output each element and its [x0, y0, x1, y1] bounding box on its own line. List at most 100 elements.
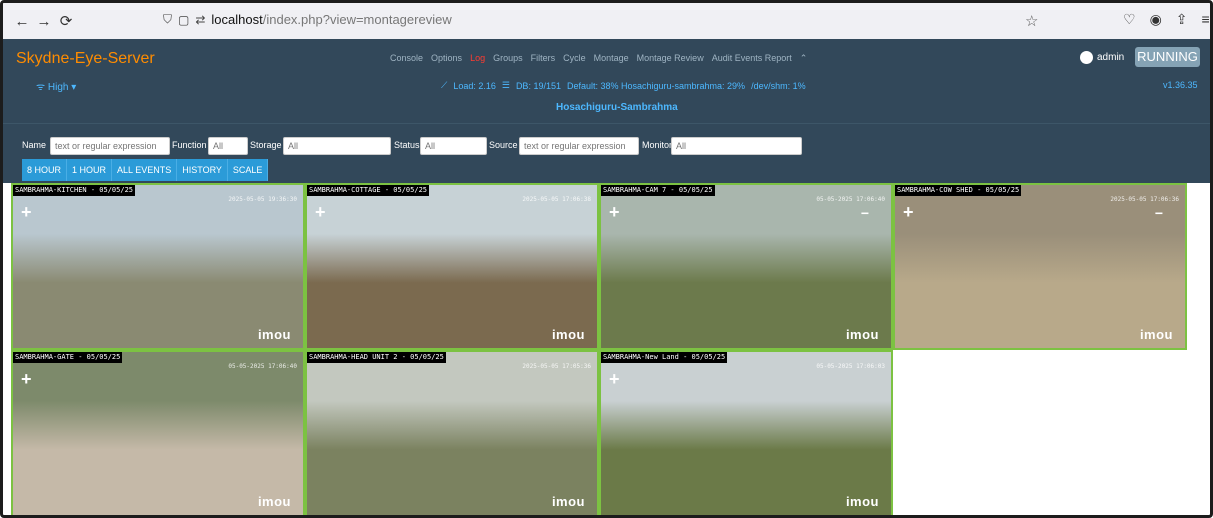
filter-bar: Name Function Storage Status Source Moni…	[3, 123, 1210, 183]
camera-brand: imou	[845, 327, 879, 342]
main-nav: Console Options Log Groups Filters Cycle…	[390, 53, 807, 64]
user-name: admin	[1097, 52, 1125, 63]
share-icon[interactable]: ⇪	[1176, 11, 1188, 28]
camera-tile[interactable]: SAMBRAHMA-CAM 7 - 05/05/25 05-05-2025 17…	[599, 183, 893, 350]
permissions-icon: ⇄	[195, 12, 206, 27]
source-label: Source	[489, 140, 518, 150]
system-stats: ⟋ Load: 2.16 ☰ DB: 19/151 Default: 38% H…	[441, 80, 806, 91]
version-label: v1.36.35	[1163, 80, 1198, 90]
camera-brand: imou	[257, 494, 291, 509]
db-value: DB: 19/151	[515, 80, 561, 91]
camera-label: SAMBRAHMA-COW SHED - 05/05/25	[895, 185, 1022, 196]
function-label: Function	[172, 140, 207, 150]
camera-label: SAMBRAHMA-HEAD UNIT 2 - 05/05/25	[307, 352, 446, 363]
nav-montage[interactable]: Montage	[594, 53, 629, 64]
zoom-in-icon[interactable]: +	[21, 203, 32, 221]
zoom-in-icon[interactable]: +	[609, 370, 620, 388]
camera-timestamp: 05-05-2025 17:06:40	[228, 363, 297, 370]
wifi-icon: ᯤ	[36, 82, 46, 93]
camera-tile[interactable]: SAMBRAHMA-New Land - 05/05/25 05-05-2025…	[599, 350, 893, 515]
storage-value: Default: 38% Hosachiguru-sambrahma: 29%	[566, 80, 746, 91]
camera-tile[interactable]: SAMBRAHMA-GATE - 05/05/25 05-05-2025 17:…	[11, 350, 305, 515]
reload-icon[interactable]: ⟳	[55, 12, 77, 30]
camera-timestamp: 2025-05-05 17:05:36	[522, 363, 591, 370]
nav-filters[interactable]: Filters	[531, 53, 556, 64]
extensions-icon[interactable]: ◉	[1150, 11, 1162, 28]
camera-brand: imou	[845, 494, 879, 509]
camera-tile[interactable]: SAMBRAHMA-COW SHED - 05/05/25 2025-05-05…	[893, 183, 1187, 350]
page-icon: ▢	[178, 12, 190, 27]
user-icon	[1080, 51, 1093, 64]
all-events-button[interactable]: ALL EVENTS	[112, 159, 178, 181]
status-label: Status	[394, 140, 420, 150]
monitor-label: Monitor	[642, 140, 673, 150]
nav-cycle[interactable]: Cycle	[563, 53, 586, 64]
storage-label: Storage	[250, 140, 282, 150]
zoom-in-icon[interactable]: +	[315, 203, 326, 221]
url-host: localhost	[211, 12, 263, 27]
nav-console[interactable]: Console	[390, 53, 423, 64]
address-bar[interactable]: ⛉ ▢ ⇄ localhost/index.php?view=montagere…	[163, 12, 452, 27]
nav-montage-review[interactable]: Montage Review	[637, 53, 704, 64]
camera-label: SAMBRAHMA-CAM 7 - 05/05/25	[601, 185, 715, 196]
camera-timestamp: 05-05-2025 17:06:40	[816, 196, 885, 203]
camera-timestamp: 2025-05-05 17:06:36	[1110, 196, 1179, 203]
load-value: Load: 2.16	[453, 80, 496, 91]
brand-title[interactable]: Skydne-Eye-Server	[16, 50, 155, 68]
zoom-in-icon[interactable]: +	[21, 370, 32, 388]
source-filter-input[interactable]	[519, 137, 639, 155]
shield-icon: ⛉	[163, 12, 173, 26]
zoom-in-icon[interactable]: +	[609, 203, 620, 221]
function-filter-input[interactable]	[208, 137, 248, 155]
url-path: /index.php?view=montagereview	[262, 12, 452, 27]
menu-icon[interactable]: ≡	[1202, 11, 1210, 28]
camera-tile[interactable]: SAMBRAHMA-KITCHEN - 05/05/25 2025-05-05 …	[11, 183, 305, 350]
history-button[interactable]: HISTORY	[177, 159, 228, 181]
back-arrow-icon[interactable]: ←	[11, 13, 33, 30]
database-icon: ☰	[501, 80, 510, 90]
scale-button[interactable]: SCALE	[227, 159, 269, 181]
camera-tile[interactable]: SAMBRAHMA-HEAD UNIT 2 - 05/05/25 2025-05…	[305, 350, 599, 515]
app-header: Skydne-Eye-Server ᯤ High ▾ Console Optio…	[3, 39, 1210, 123]
nav-audit-events-report[interactable]: Audit Events Report	[712, 53, 792, 64]
nav-options[interactable]: Options	[431, 53, 462, 64]
camera-timestamp: 2025-05-05 19:36:30	[228, 196, 297, 203]
camera-label: SAMBRAHMA-KITCHEN - 05/05/25	[13, 185, 136, 196]
nav-groups[interactable]: Groups	[493, 53, 523, 64]
bookmark-star-icon[interactable]: ☆	[1025, 12, 1038, 30]
one-hour-button[interactable]: 1 HOUR	[67, 159, 113, 181]
window-frame: ← → ⟳ ⛉ ▢ ⇄ localhost/index.php?view=mon…	[0, 0, 1213, 518]
name-filter-input[interactable]	[50, 137, 170, 155]
run-state-button[interactable]: RUNNING	[1135, 47, 1200, 67]
storage-filter-input[interactable]	[283, 137, 391, 155]
bandwidth-label: High	[47, 82, 69, 93]
status-filter-input[interactable]	[420, 137, 487, 155]
forward-arrow-icon[interactable]: →	[33, 13, 55, 30]
camera-label: SAMBRAHMA-New Land - 05/05/25	[601, 352, 728, 363]
camera-brand: imou	[1139, 327, 1173, 342]
zoom-out-icon[interactable]: −	[861, 205, 869, 221]
camera-brand: imou	[551, 327, 585, 342]
collapse-chevron-icon[interactable]: ⌃	[800, 53, 808, 64]
camera-timestamp: 2025-05-05 17:06:38	[522, 196, 591, 203]
browser-toolbar: ← → ⟳ ⛉ ▢ ⇄ localhost/index.php?view=mon…	[3, 3, 1210, 39]
nav-log[interactable]: Log	[470, 53, 485, 64]
montage-group-title: Hosachiguru-Sambrahma	[556, 102, 678, 113]
monitor-filter-input[interactable]	[671, 137, 802, 155]
camera-brand: imou	[551, 494, 585, 509]
camera-timestamp: 05-05-2025 17:06:03	[816, 363, 885, 370]
eight-hour-button[interactable]: 8 HOUR	[22, 159, 68, 181]
user-menu[interactable]: admin	[1080, 51, 1124, 64]
camera-tile[interactable]: SAMBRAHMA-COTTAGE - 05/05/25 2025-05-05 …	[305, 183, 599, 350]
bandwidth-selector[interactable]: ᯤ High ▾	[36, 79, 76, 93]
zoom-in-icon[interactable]: +	[903, 203, 914, 221]
camera-label: SAMBRAHMA-COTTAGE - 05/05/25	[307, 185, 430, 196]
name-label: Name	[22, 140, 47, 150]
load-icon: ⟋	[441, 80, 448, 90]
zoom-out-icon[interactable]: −	[1155, 205, 1163, 221]
camera-label: SAMBRAHMA-GATE - 05/05/25	[13, 352, 123, 363]
camera-brand: imou	[257, 327, 291, 342]
shm-value: /dev/shm: 1%	[751, 80, 806, 91]
pocket-icon[interactable]: ♡	[1123, 11, 1136, 28]
camera-montage: SAMBRAHMA-KITCHEN - 05/05/25 2025-05-05 …	[11, 183, 1210, 515]
